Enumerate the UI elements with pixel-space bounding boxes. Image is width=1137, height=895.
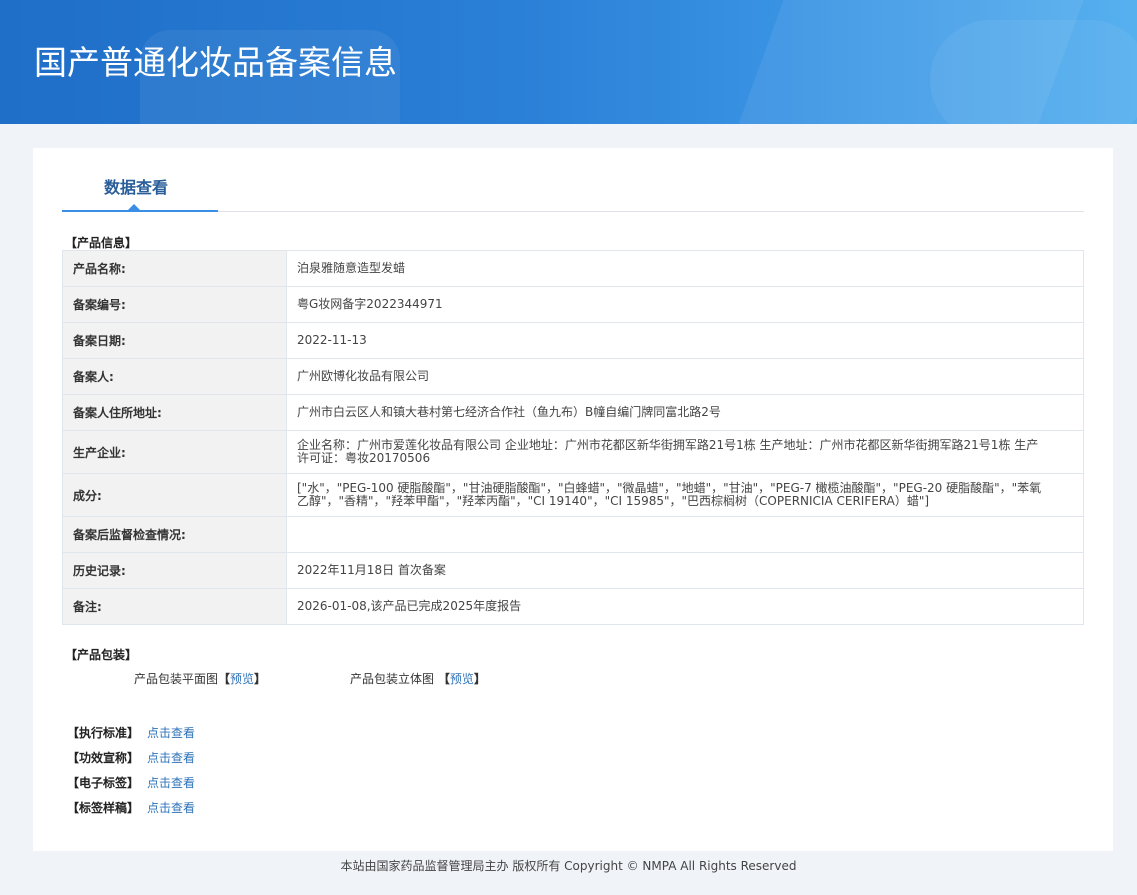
row-value: 广州市白云区人和镇大巷村第七经济合作社（鱼九布）B幢自编门牌同富北路2号 <box>286 394 1084 431</box>
table-row: 备案编号: 粤G妆网备字2022344971 <box>62 286 1084 323</box>
table-row: 备案日期: 2022-11-13 <box>62 322 1084 359</box>
row-label: 成分: <box>62 473 287 517</box>
row-value: 2026-01-08,该产品已完成2025年度报告 <box>286 588 1084 625</box>
table-row: 备案人住所地址: 广州市白云区人和镇大巷村第七经济合作社（鱼九布）B幢自编门牌同… <box>62 394 1084 431</box>
packaging-flat: 产品包装平面图【预览】 <box>134 670 266 687</box>
standard-label: 【执行标准】 <box>67 726 140 740</box>
row-label: 生产企业: <box>62 430 287 474</box>
bracket-close: 】 <box>473 672 486 686</box>
row-value: 粤G妆网备字2022344971 <box>286 286 1084 323</box>
label-draft-view-link[interactable]: 点击查看 <box>147 801 195 815</box>
product-info-table: 产品名称: 泊泉雅随意造型发蜡 备案编号: 粤G妆网备字2022344971 备… <box>62 250 1084 625</box>
row-label: 备案人住所地址: <box>62 394 287 431</box>
row-value: 2022年11月18日 首次备案 <box>286 552 1084 589</box>
banner-decoration <box>930 20 1137 124</box>
label-draft-label: 【标签样稿】 <box>67 801 140 815</box>
table-row: 成分: ["水"，"PEG-100 硬脂酸酯"，"甘油硬脂酸酯"，"白蜂蜡"，"… <box>62 473 1084 517</box>
table-row: 生产企业: 企业名称：广州市爱莲化妆品有限公司 企业地址：广州市花都区新华街拥军… <box>62 430 1084 474</box>
tab-label: 数据查看 <box>104 178 169 197</box>
table-row: 产品名称: 泊泉雅随意造型发蜡 <box>62 250 1084 287</box>
packaging-title: 【产品包装】 <box>65 648 138 662</box>
page-title: 国产普通化妆品备案信息 <box>34 43 397 82</box>
label-draft-item: 【标签样稿】 点击查看 <box>67 799 195 816</box>
table-row: 备注: 2026-01-08,该产品已完成2025年度报告 <box>62 588 1084 625</box>
content-card: 数据查看 【产品信息】 产品名称: 泊泉雅随意造型发蜡 备案编号: 粤G妆网备字… <box>33 148 1113 851</box>
table-row: 备案后监督检查情况: <box>62 516 1084 553</box>
bracket-close: 】 <box>254 672 267 686</box>
row-label: 备案人: <box>62 358 287 395</box>
table-row: 历史记录: 2022年11月18日 首次备案 <box>62 552 1084 589</box>
row-value: 广州欧博化妆品有限公司 <box>286 358 1084 395</box>
row-value <box>286 516 1084 553</box>
efficacy-view-link[interactable]: 点击查看 <box>147 751 195 765</box>
standard-view-link[interactable]: 点击查看 <box>147 726 195 740</box>
packaging-solid-preview-link[interactable]: 预览 <box>450 672 474 686</box>
row-value: ["水"，"PEG-100 硬脂酸酯"，"甘油硬脂酸酯"，"白蜂蜡"，"微晶蜡"… <box>286 473 1084 517</box>
packaging-flat-preview-link[interactable]: 预览 <box>230 672 254 686</box>
row-value: 泊泉雅随意造型发蜡 <box>286 250 1084 287</box>
e-label-item: 【电子标签】 点击查看 <box>67 774 195 791</box>
tab-bar: 数据查看 <box>62 148 1084 212</box>
packaging-solid-label: 产品包装立体图 <box>350 672 435 686</box>
row-value: 2022-11-13 <box>286 322 1084 359</box>
footer-copyright: 本站由国家药品监督管理局主办 版权所有 Copyright © NMPA All… <box>340 859 797 873</box>
row-label: 备案后监督检查情况: <box>62 516 287 553</box>
row-label: 备案日期: <box>62 322 287 359</box>
e-label-label: 【电子标签】 <box>67 776 140 790</box>
row-label: 产品名称: <box>62 250 287 287</box>
efficacy-label: 【功效宣称】 <box>67 751 140 765</box>
bracket-open: 【 <box>218 672 231 686</box>
row-label: 备注: <box>62 588 287 625</box>
row-value: 企业名称：广州市爱莲化妆品有限公司 企业地址：广州市花都区新华街拥军路21号1栋… <box>286 430 1084 474</box>
table-row: 备案人: 广州欧博化妆品有限公司 <box>62 358 1084 395</box>
tab-caret-icon <box>128 204 140 210</box>
e-label-view-link[interactable]: 点击查看 <box>147 776 195 790</box>
packaging-solid: 产品包装立体图 【预览】 <box>350 670 486 687</box>
header-banner: 国产普通化妆品备案信息 <box>0 0 1137 124</box>
standard-item: 【执行标准】 点击查看 <box>67 724 195 741</box>
tab-data-view[interactable]: 数据查看 <box>62 148 218 212</box>
row-label: 历史记录: <box>62 552 287 589</box>
product-info-title: 【产品信息】 <box>65 236 138 250</box>
bracket-open: 【 <box>437 672 450 686</box>
efficacy-item: 【功效宣称】 点击查看 <box>67 749 195 766</box>
row-label: 备案编号: <box>62 286 287 323</box>
packaging-flat-label: 产品包装平面图 <box>134 672 219 686</box>
